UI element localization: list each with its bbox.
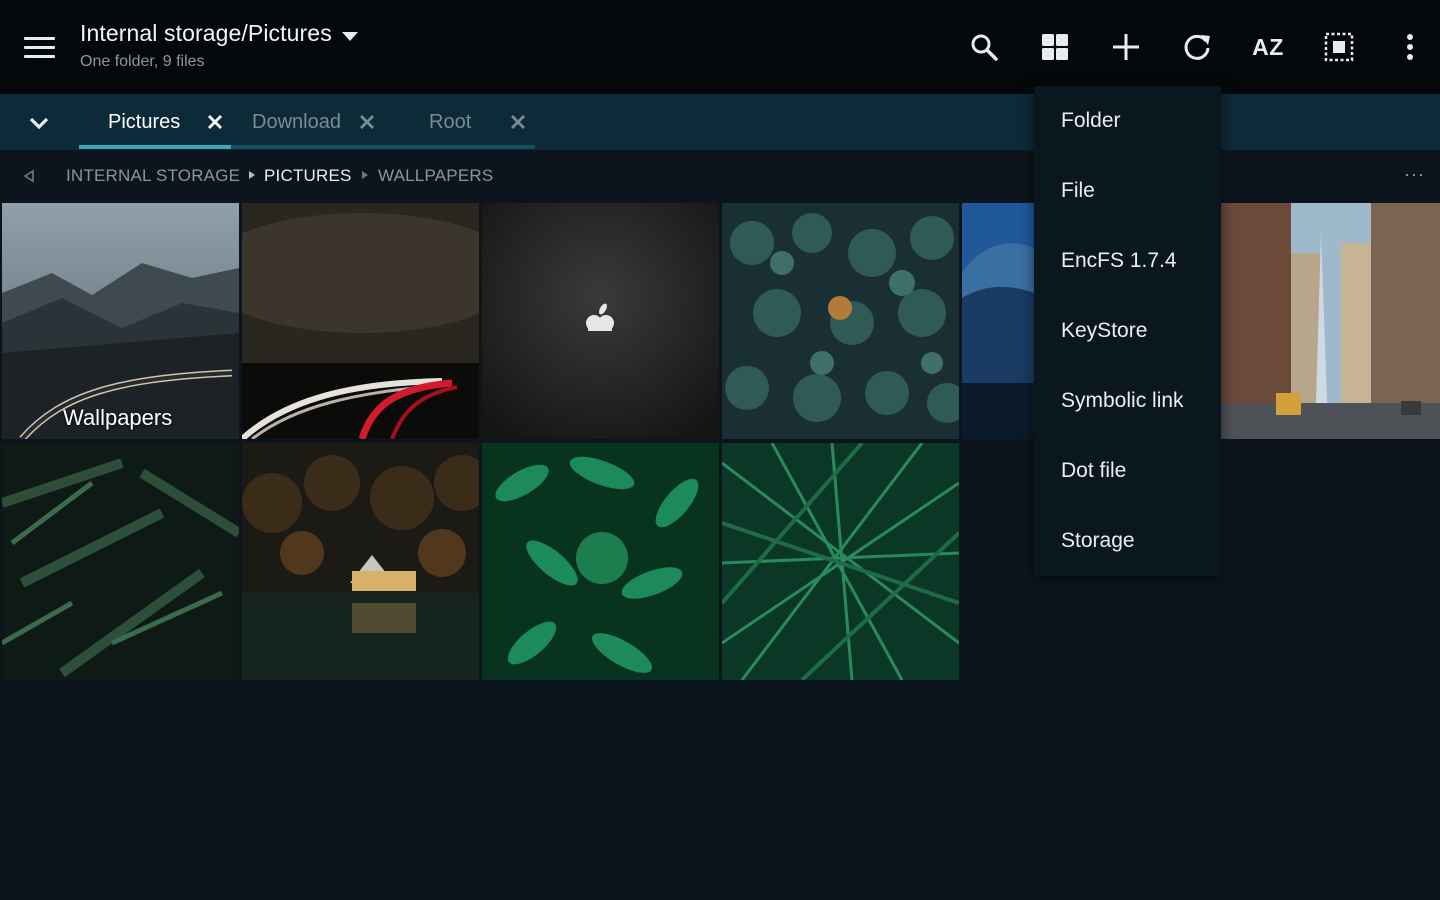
breadcrumb-more-icon[interactable]: ··· (1404, 164, 1425, 185)
image-tile[interactable] (722, 443, 959, 680)
light-trails-thumbnail (242, 203, 479, 439)
folder-summary: One folder, 9 files (80, 53, 205, 70)
dropdown-caret-icon[interactable] (341, 32, 358, 41)
tab-root[interactable]: Root (429, 94, 535, 150)
image-tile[interactable] (1221, 203, 1440, 439)
folder-tile-wallpapers[interactable]: Wallpapers (2, 203, 239, 439)
tab-label: Download (252, 110, 341, 133)
select-all-icon[interactable] (1314, 22, 1364, 72)
tab-label: Root (429, 110, 472, 133)
tab-active-indicator (79, 145, 231, 149)
close-icon[interactable] (204, 111, 226, 133)
breadcrumb-separator-icon (362, 171, 368, 179)
chevron-down-icon[interactable] (20, 104, 58, 142)
close-icon[interactable] (507, 111, 529, 133)
menu-item-symbolic-link[interactable]: Symbolic link (1034, 366, 1221, 436)
blue-mountain-thumbnail (962, 203, 1034, 439)
image-tile[interactable] (2, 443, 239, 680)
tab-label: Pictures (108, 110, 181, 133)
folder-name: Wallpapers (63, 405, 173, 430)
lake-house-thumbnail (242, 443, 479, 680)
image-tile[interactable] (242, 443, 479, 680)
grid-view-icon[interactable] (1030, 22, 1080, 72)
forest-thumbnail (722, 203, 959, 439)
image-tile[interactable] (962, 203, 1034, 439)
image-tile[interactable] (482, 443, 719, 680)
more-vert-icon[interactable] (1385, 22, 1435, 72)
mountain-thumbnail (2, 203, 239, 439)
path-title-block[interactable]: Internal storage/Pictures One folder, 9 … (80, 20, 358, 71)
top-toolbar: Internal storage/Pictures One folder, 9 … (0, 0, 1440, 94)
breadcrumb-wallpapers[interactable]: WALLPAPERS (378, 166, 493, 186)
back-icon[interactable] (22, 169, 36, 183)
add-icon[interactable] (1101, 22, 1151, 72)
breadcrumb: INTERNAL STORAGE PICTURES WALLPAPERS (0, 150, 1440, 202)
menu-item-file[interactable]: File (1034, 156, 1221, 226)
menu-item-dot-file[interactable]: Dot file (1034, 436, 1221, 506)
menu-item-keystore[interactable]: KeyStore (1034, 296, 1221, 366)
grass-thumbnail (722, 443, 959, 680)
image-tile[interactable] (722, 203, 959, 439)
image-tile[interactable] (242, 203, 479, 439)
refresh-icon[interactable] (1172, 22, 1222, 72)
menu-item-encfs[interactable]: EncFS 1.7.4 (1034, 226, 1221, 296)
breadcrumb-internal-storage[interactable]: INTERNAL STORAGE (66, 166, 240, 186)
apple-logo-thumbnail (482, 203, 719, 439)
menu-item-storage[interactable]: Storage (1034, 506, 1221, 576)
sort-label: AZ (1252, 33, 1284, 60)
breadcrumb-separator-icon (249, 171, 255, 179)
city-street-thumbnail (1221, 203, 1440, 439)
menu-icon[interactable] (16, 26, 62, 68)
tab-pictures[interactable]: Pictures (108, 94, 232, 150)
sort-button[interactable]: AZ (1243, 22, 1293, 72)
create-new-menu: Folder File EncFS 1.7.4 KeyStore Symboli… (1034, 86, 1221, 576)
image-tile[interactable] (482, 203, 719, 439)
search-icon[interactable] (959, 22, 1009, 72)
menu-item-folder[interactable]: Folder (1034, 86, 1221, 156)
ferns-thumbnail (2, 443, 239, 680)
breadcrumb-pictures[interactable]: PICTURES (264, 166, 352, 186)
page-title[interactable]: Internal storage/Pictures (80, 20, 332, 47)
close-icon[interactable] (356, 111, 378, 133)
tab-track (231, 145, 535, 149)
green-leaves-thumbnail (482, 443, 719, 680)
tab-download[interactable]: Download (252, 94, 382, 150)
tab-bar: Pictures Download Root (0, 94, 1440, 150)
